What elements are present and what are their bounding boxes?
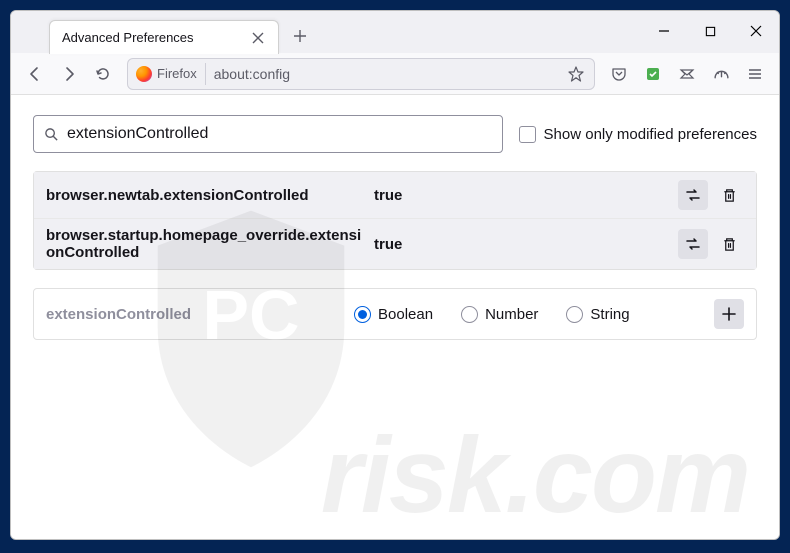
search-row: Show only modified preferences: [33, 115, 757, 153]
url-text[interactable]: about:config: [206, 66, 562, 82]
reload-button[interactable]: [87, 58, 119, 90]
toggle-button[interactable]: [678, 229, 708, 259]
tab-active[interactable]: Advanced Preferences: [49, 20, 279, 54]
tab-bar: Advanced Preferences: [11, 11, 779, 53]
pref-name: browser.newtab.extensionControlled: [46, 187, 366, 204]
navigation-toolbar: Firefox about:config: [11, 53, 779, 95]
close-icon[interactable]: [250, 30, 266, 46]
new-pref-name: extensionControlled: [46, 306, 346, 323]
window-controls: [641, 11, 779, 51]
trash-icon: [722, 237, 737, 252]
radio-unchecked-icon: [566, 306, 583, 323]
tab-title: Advanced Preferences: [62, 30, 194, 45]
new-pref-row: extensionControlled Boolean Number Strin…: [33, 288, 757, 340]
plus-icon: [722, 307, 736, 321]
extension-icon[interactable]: [637, 59, 669, 89]
checkbox-unchecked[interactable]: [519, 126, 536, 143]
url-bar[interactable]: Firefox about:config: [127, 58, 595, 90]
radio-number[interactable]: Number: [461, 306, 538, 323]
bookmark-star-icon[interactable]: [562, 60, 590, 88]
pref-row[interactable]: browser.newtab.extensionControlled true: [34, 172, 756, 219]
pref-value: true: [374, 236, 670, 253]
profiler-icon[interactable]: [705, 59, 737, 89]
pocket-icon[interactable]: [603, 59, 635, 89]
close-button[interactable]: [733, 11, 779, 51]
new-tab-button[interactable]: [285, 21, 315, 51]
search-box[interactable]: [33, 115, 503, 153]
pref-name: browser.startup.homepage_override.extens…: [46, 227, 366, 261]
identity-box[interactable]: Firefox: [132, 63, 206, 85]
radio-label: Boolean: [378, 306, 433, 323]
preference-list: browser.newtab.extensionControlled true …: [33, 171, 757, 270]
toolbar-actions: [603, 59, 771, 89]
minimize-button[interactable]: [641, 11, 687, 51]
watermark-text: risk.com: [321, 412, 749, 537]
radio-string[interactable]: String: [566, 306, 629, 323]
about-config-content: Show only modified preferences browser.n…: [11, 95, 779, 539]
pref-value: true: [374, 187, 670, 204]
delete-button[interactable]: [714, 180, 744, 210]
forward-button[interactable]: [53, 58, 85, 90]
show-only-modified[interactable]: Show only modified preferences: [519, 126, 757, 143]
radio-checked-icon: [354, 306, 371, 323]
toggle-button[interactable]: [678, 180, 708, 210]
firefox-icon: [136, 66, 152, 82]
show-only-modified-label: Show only modified preferences: [544, 126, 757, 143]
radio-unchecked-icon: [461, 306, 478, 323]
menu-icon[interactable]: [739, 59, 771, 89]
search-input[interactable]: [59, 125, 492, 143]
toggle-icon: [685, 187, 701, 203]
maximize-button[interactable]: [687, 11, 733, 51]
radio-boolean[interactable]: Boolean: [354, 306, 433, 323]
add-button[interactable]: [714, 299, 744, 329]
radio-label: Number: [485, 306, 538, 323]
account-icon[interactable]: [671, 59, 703, 89]
back-button[interactable]: [19, 58, 51, 90]
browser-window: Advanced Preferences: [10, 10, 780, 540]
trash-icon: [722, 188, 737, 203]
search-icon: [44, 127, 59, 142]
identity-label: Firefox: [157, 66, 197, 81]
toggle-icon: [685, 236, 701, 252]
pref-row[interactable]: browser.startup.homepage_override.extens…: [34, 219, 756, 269]
delete-button[interactable]: [714, 229, 744, 259]
radio-label: String: [590, 306, 629, 323]
type-radio-group: Boolean Number String: [354, 306, 706, 323]
